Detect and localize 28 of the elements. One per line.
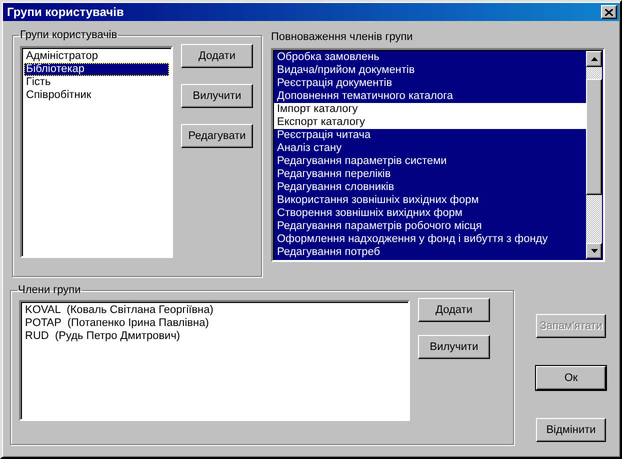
list-item[interactable]: RUD (Рудь Петро Дмитрович) <box>23 330 406 343</box>
action-button[interactable]: Вилучити <box>418 335 490 359</box>
list-item[interactable]: POTAP (Потапенко Ірина Павлівна) <box>23 317 406 330</box>
scroll-thumb[interactable] <box>586 79 602 195</box>
scroll-up-button[interactable] <box>586 51 602 67</box>
group-label: Члени групи <box>17 284 82 297</box>
list-item[interactable]: Адміністратор <box>24 50 169 63</box>
action-button[interactable]: Редагувати <box>181 124 253 148</box>
list-item[interactable]: Експорт каталогу <box>274 116 586 129</box>
dialog-button[interactable]: Відмінити <box>536 418 606 442</box>
list-item[interactable]: Співробітник <box>24 89 169 102</box>
close-button[interactable] <box>601 5 617 19</box>
list-item[interactable]: Імпорт каталогу <box>274 103 586 116</box>
action-button[interactable]: Додати <box>418 298 490 322</box>
list-item[interactable]: KOVAL (Коваль Світлана Георгіївна) <box>23 304 406 317</box>
scroll-down-button[interactable] <box>586 243 602 259</box>
list-item[interactable]: Бібліотекар <box>24 63 169 76</box>
window-title: Групи користувачів <box>7 5 124 19</box>
action-button[interactable]: Додати <box>181 44 253 68</box>
list-item[interactable]: Гість <box>24 76 169 89</box>
scrollbar[interactable] <box>586 51 602 259</box>
up-arrow-icon <box>590 57 598 61</box>
action-button[interactable]: Вилучити <box>181 84 253 108</box>
permissions-label: Повноваження членів групи <box>271 30 414 44</box>
group-label: Групи користувачів <box>19 29 118 42</box>
dialog-button[interactable]: Ок <box>536 366 606 390</box>
down-arrow-icon <box>590 249 598 253</box>
close-icon <box>605 8 613 16</box>
